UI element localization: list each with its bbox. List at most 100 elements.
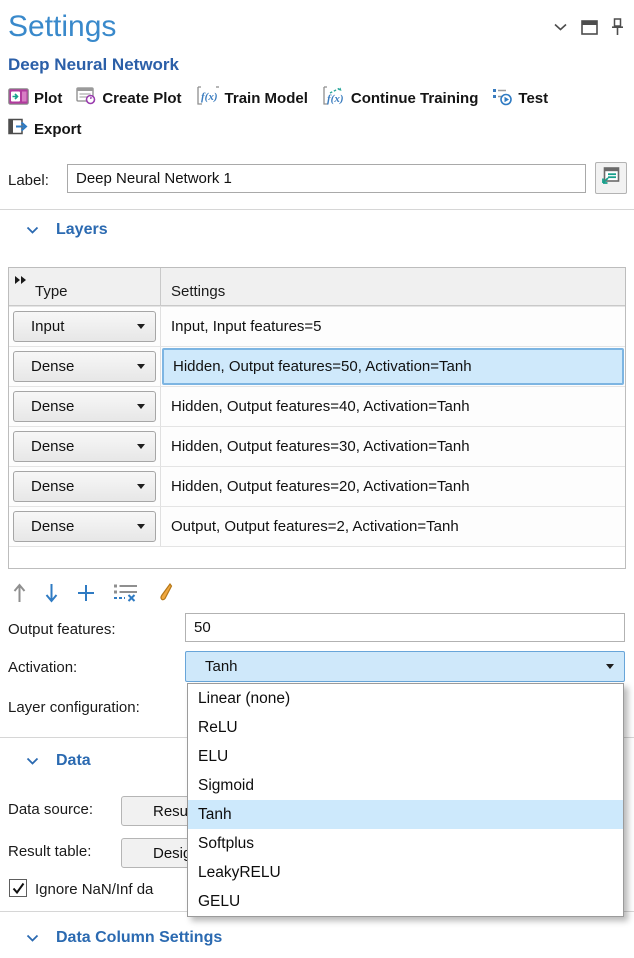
activation-dropdown-list: Linear (none) ReLU ELU Sigmoid Tanh Soft…	[187, 683, 624, 917]
table-empty-area	[9, 546, 625, 568]
layer-type-value: Dense	[31, 358, 74, 375]
layers-table: Type Settings Input Input, Input feature…	[8, 267, 626, 569]
layer-settings-cell[interactable]: Hidden, Output features=40, Activation=T…	[161, 387, 625, 426]
move-down-button[interactable]	[44, 582, 59, 604]
layer-type-value: Dense	[31, 438, 74, 455]
caret-down-icon	[606, 664, 614, 669]
dropdown-option[interactable]: Softplus	[188, 829, 623, 858]
delete-row-button[interactable]	[113, 583, 139, 603]
create-plot-button-label: Create Plot	[102, 90, 181, 107]
caret-down-icon	[137, 524, 145, 529]
window-controls	[553, 18, 624, 36]
layer-configuration-label: Layer configuration:	[8, 699, 140, 716]
ignore-nan-label: Ignore NaN/Inf da	[35, 881, 153, 898]
caret-down-icon	[137, 404, 145, 409]
export-icon	[8, 118, 29, 140]
table-row-selected: Dense Hidden, Output features=50, Activa…	[9, 346, 625, 386]
settings-toolbar-row2: Export	[8, 117, 82, 141]
layer-type-value: Dense	[31, 478, 74, 495]
layer-type-dropdown[interactable]: Input	[13, 311, 156, 342]
dropdown-option[interactable]: Sigmoid	[188, 771, 623, 800]
dropdown-option[interactable]: ELU	[188, 742, 623, 771]
continue-training-button[interactable]: f(x) Continue Training	[322, 86, 479, 110]
data-column-settings-header[interactable]: Data Column Settings	[0, 929, 222, 947]
pin-icon[interactable]	[611, 18, 624, 36]
layer-settings-cell-selected[interactable]: Hidden, Output features=50, Activation=T…	[162, 348, 624, 385]
layer-type-dropdown[interactable]: Dense	[13, 391, 156, 422]
layer-settings-cell[interactable]: Input, Input features=5	[161, 307, 625, 346]
export-button[interactable]: Export	[8, 118, 82, 140]
maximize-icon[interactable]	[581, 20, 598, 35]
data-section-title: Data	[56, 752, 91, 770]
double-arrow-icon	[14, 272, 28, 290]
plot-icon	[8, 88, 29, 109]
table-row: Input Input, Input features=5	[9, 306, 625, 346]
plot-button-label: Plot	[34, 90, 62, 107]
window-arrow-icon	[602, 167, 620, 189]
activation-selected-value: Tanh	[205, 658, 238, 675]
checkmark-icon	[12, 882, 25, 895]
train-model-button-label: Train Model	[225, 90, 308, 107]
dropdown-option[interactable]: Linear (none)	[188, 684, 623, 713]
label-input[interactable]	[67, 164, 586, 193]
layers-section-title: Layers	[56, 221, 108, 239]
label-caption: Label:	[8, 172, 49, 189]
test-button-label: Test	[518, 90, 548, 107]
table-row: Dense Hidden, Output features=40, Activa…	[9, 386, 625, 426]
divider	[0, 209, 634, 210]
section-chevron-icon	[26, 757, 39, 766]
layer-type-dropdown[interactable]: Dense	[13, 351, 156, 382]
train-model-button[interactable]: f(x) Train Model	[196, 86, 308, 110]
add-row-button[interactable]	[76, 583, 96, 603]
result-table-button-text: Desig	[153, 845, 191, 862]
chevron-down-icon[interactable]	[553, 22, 568, 32]
table-row: Dense Output, Output features=2, Activat…	[9, 506, 625, 546]
caret-down-icon	[137, 444, 145, 449]
move-up-button[interactable]	[12, 582, 27, 604]
layer-type-dropdown[interactable]: Dense	[13, 471, 156, 502]
test-button[interactable]: Test	[492, 87, 548, 110]
layers-list-toolbar	[12, 579, 174, 607]
result-table-label: Result table:	[8, 843, 91, 860]
caret-down-icon	[137, 324, 145, 329]
layers-section-header[interactable]: Layers	[0, 221, 108, 239]
section-chevron-icon	[26, 934, 39, 943]
test-icon	[492, 87, 513, 110]
svg-text:f(x): f(x)	[327, 93, 344, 105]
create-plot-icon	[76, 87, 97, 109]
layer-type-value: Input	[31, 318, 64, 335]
output-features-input[interactable]	[185, 613, 625, 642]
activation-combobox[interactable]: Tanh	[185, 651, 625, 682]
dropdown-option[interactable]: LeakyRELU	[188, 858, 623, 887]
dropdown-option[interactable]: GELU	[188, 887, 623, 916]
table-row: Dense Hidden, Output features=20, Activa…	[9, 466, 625, 506]
layer-settings-cell[interactable]: Output, Output features=2, Activation=Ta…	[161, 507, 625, 546]
settings-toolbar-row1: Plot Create Plot f(x) Train Model f(x) C…	[8, 86, 548, 110]
ignore-nan-checkbox[interactable]	[9, 879, 27, 897]
create-plot-button[interactable]: Create Plot	[76, 87, 181, 109]
layer-settings-cell[interactable]: Hidden, Output features=20, Activation=T…	[161, 467, 625, 506]
data-section-header[interactable]: Data	[0, 752, 91, 770]
dropdown-option-selected[interactable]: Tanh	[188, 800, 623, 829]
dropdown-option[interactable]: ReLU	[188, 713, 623, 742]
continue-training-button-label: Continue Training	[351, 90, 479, 107]
page-title: Settings	[8, 10, 116, 44]
layer-type-dropdown[interactable]: Dense	[13, 511, 156, 542]
table-row: Dense Hidden, Output features=30, Activa…	[9, 426, 625, 466]
clear-table-brush-button[interactable]	[156, 582, 174, 605]
settings-column-header[interactable]: Settings	[161, 268, 625, 305]
layer-type-dropdown[interactable]: Dense	[13, 431, 156, 462]
train-model-fx-icon: f(x)	[196, 86, 220, 110]
data-source-button-text: Resul	[153, 803, 191, 820]
layer-settings-cell[interactable]: Hidden, Output features=30, Activation=T…	[161, 427, 625, 466]
layer-type-value: Dense	[31, 398, 74, 415]
plot-button[interactable]: Plot	[8, 88, 62, 109]
continue-training-fx-icon: f(x)	[322, 86, 346, 110]
node-type-subtitle: Deep Neural Network	[8, 55, 179, 75]
settings-column-label: Settings	[171, 283, 225, 300]
caret-down-icon	[137, 364, 145, 369]
layer-type-value: Dense	[31, 518, 74, 535]
type-column-header[interactable]: Type	[9, 268, 161, 305]
caret-down-icon	[137, 484, 145, 489]
label-action-button[interactable]	[595, 162, 627, 194]
